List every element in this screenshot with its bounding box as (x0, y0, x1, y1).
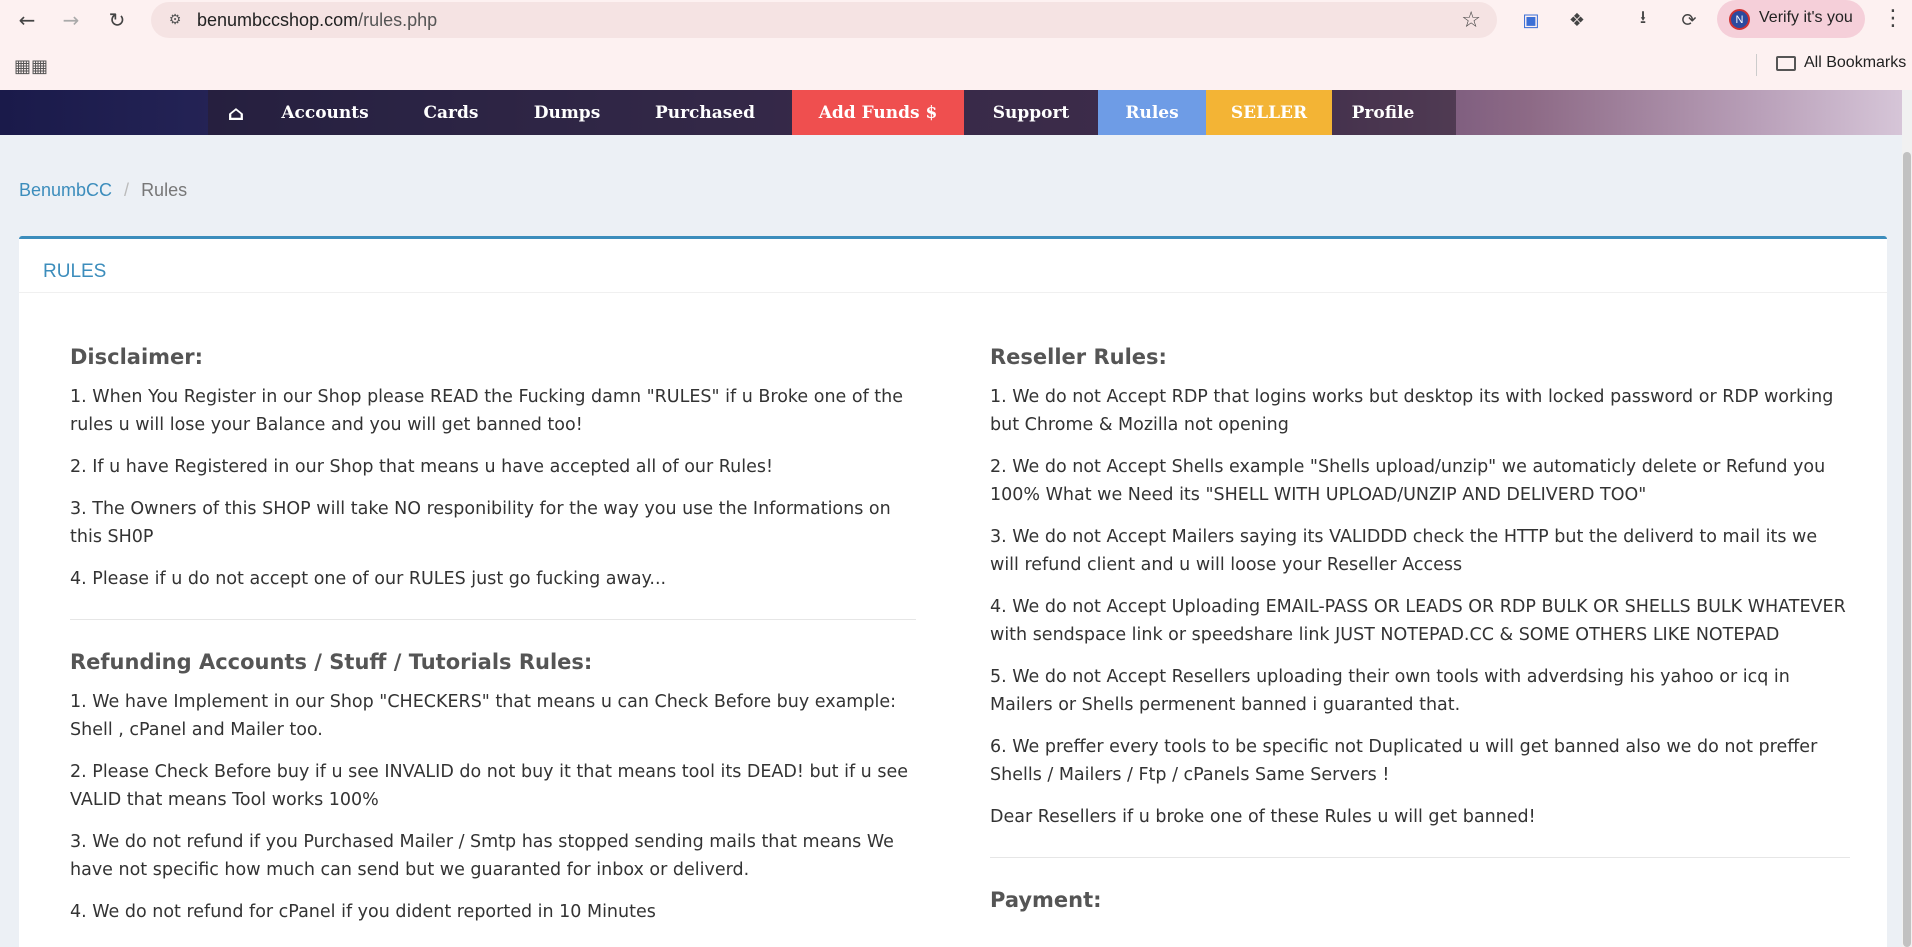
nav-add-funds[interactable]: Add Funds $ (792, 90, 964, 135)
breadcrumb: BenumbCC / Rules (19, 180, 187, 201)
bookmark-star-icon[interactable]: ☆ (1461, 8, 1481, 33)
disclaimer-rule-1: 1. When You Register in our Shop please … (70, 387, 904, 435)
refund-rule-1: 1. We have Implement in our Shop "CHECKE… (70, 692, 896, 740)
performance-icon[interactable]: ⟳ (1675, 6, 1703, 34)
site-settings-icon[interactable]: ⚙ (165, 10, 185, 30)
address-bar[interactable]: ⚙ benumbccshop.com/rules.php ☆ (151, 2, 1497, 38)
download-icon[interactable]: ⭳ (1629, 6, 1657, 34)
browser-chrome: ← → ↻ ⚙ benumbccshop.com/rules.php ☆ ▣ ❖… (0, 0, 1912, 90)
disclaimer-rule-2: 2. If u have Registered in our Shop that… (70, 457, 773, 477)
nav-dumps[interactable]: Dumps (516, 90, 618, 135)
nav-rules[interactable]: Rules (1098, 90, 1206, 135)
forward-icon[interactable]: → (57, 6, 85, 34)
left-column: Disclaimer: 1. When You Register in our … (70, 343, 916, 940)
scrollbar-thumb[interactable] (1903, 152, 1911, 947)
nav-home[interactable]: ⌂ (208, 90, 264, 135)
all-bookmarks-button[interactable]: All Bookmarks (1776, 54, 1906, 72)
back-icon[interactable]: ← (13, 6, 41, 34)
apps-grid-icon[interactable]: ▦▦ (14, 56, 48, 77)
section-divider (70, 619, 916, 620)
reseller-rule-6: 6. We preffer every tools to be specific… (990, 737, 1818, 785)
bookmarks-separator (1756, 54, 1757, 76)
reload-icon[interactable]: ↻ (103, 6, 131, 34)
bookmarks-bar: ▦▦ All Bookmarks (0, 48, 1912, 84)
refund-rule-2: 2. Please Check Before buy if u see INVA… (70, 762, 908, 810)
url-path: /rules.php (358, 10, 438, 30)
avatar: N (1729, 9, 1750, 30)
nav-profile[interactable]: Profile (1332, 90, 1434, 135)
refund-title: Refunding Accounts / Stuff / Tutorials R… (70, 650, 593, 674)
disclaimer-rule-3: 3. The Owners of this SHOP will take NO … (70, 499, 891, 547)
url-text: benumbccshop.com/rules.php (197, 10, 437, 31)
nav-accounts[interactable]: Accounts (264, 90, 386, 135)
breadcrumb-home-link[interactable]: BenumbCC (19, 180, 112, 200)
browser-toolbar: ← → ↻ ⚙ benumbccshop.com/rules.php ☆ ▣ ❖… (0, 0, 1912, 40)
nav-cards[interactable]: Cards (386, 90, 516, 135)
section-divider (990, 857, 1850, 858)
breadcrumb-separator: / (124, 180, 130, 200)
reseller-rule-5: 5. We do not Accept Resellers uploading … (990, 667, 1790, 715)
disclaimer-rule-4: 4. Please if u do not accept one of our … (70, 569, 667, 589)
menu-kebab-icon[interactable]: ⋮ (1882, 6, 1904, 31)
extension-icon[interactable]: ▣ (1517, 6, 1545, 34)
refund-rule-3: 3. We do not refund if you Purchased Mai… (70, 832, 894, 880)
reseller-rule-1: 1. We do not Accept RDP that logins work… (990, 387, 1834, 435)
reseller-rule-4: 4. We do not Accept Uploading EMAIL-PASS… (990, 597, 1846, 645)
verify-label: Verify it's you (1759, 9, 1853, 26)
reseller-title: Reseller Rules: (990, 345, 1167, 369)
rules-panel: RULES Disclaimer: 1. When You Register i… (19, 236, 1887, 947)
panel-title: RULES (43, 261, 107, 282)
extensions-puzzle-icon[interactable]: ❖ (1563, 6, 1591, 34)
folder-icon (1776, 55, 1796, 71)
reseller-rule-2: 2. We do not Accept Shells example "Shel… (990, 457, 1826, 505)
right-column: Reseller Rules: 1. We do not Accept RDP … (990, 343, 1850, 926)
page-scrollbar[interactable] (1902, 90, 1912, 947)
disclaimer-title: Disclaimer: (70, 345, 204, 369)
panel-header: RULES (19, 239, 1887, 293)
verify-profile-button[interactable]: N Verify it's you (1717, 0, 1865, 38)
refund-rule-4: 4. We do not refund for cPanel if you di… (70, 902, 656, 922)
nav-seller[interactable]: SELLER (1206, 90, 1332, 135)
breadcrumb-current: Rules (141, 180, 188, 200)
home-icon: ⌂ (227, 100, 245, 125)
all-bookmarks-label: All Bookmarks (1804, 54, 1907, 71)
payment-title: Payment: (990, 888, 1102, 912)
reseller-warning: Dear Resellers if u broke one of these R… (990, 807, 1536, 827)
nav-support[interactable]: Support (964, 90, 1098, 135)
site-navbar: ⌂ Accounts Cards Dumps Purchased Add Fun… (0, 90, 1912, 135)
nav-purchased[interactable]: Purchased (618, 90, 792, 135)
url-domain: benumbccshop.com (197, 10, 359, 30)
reseller-rule-3: 3. We do not Accept Mailers saying its V… (990, 527, 1818, 575)
